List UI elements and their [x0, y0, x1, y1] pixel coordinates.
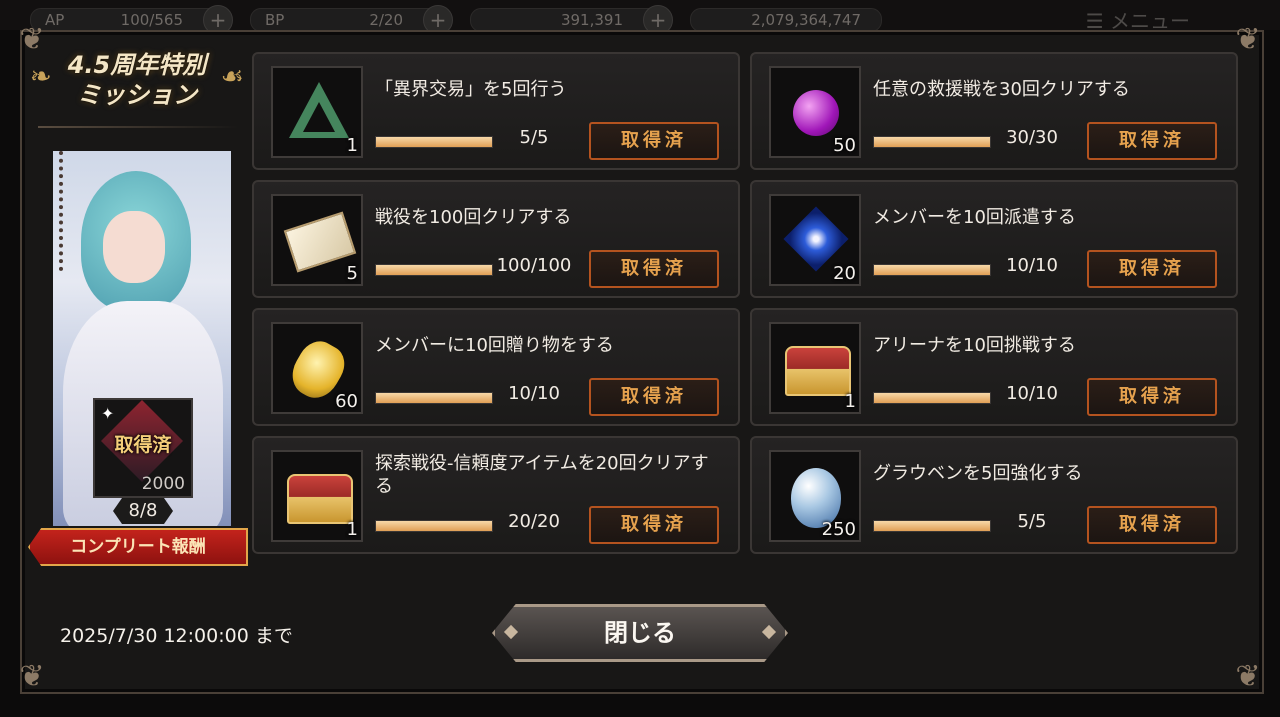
item-quantity: 250: [821, 519, 856, 540]
blue-flower-icon[interactable]: 20: [769, 194, 861, 286]
gem-resource: 391,391 +: [470, 5, 673, 35]
reward-status: 取得済: [114, 434, 172, 456]
progress-bar: [375, 264, 493, 276]
event-title-line2: ミッション: [77, 81, 197, 109]
item-quantity: 1: [844, 391, 856, 412]
item-quantity: 1: [346, 519, 358, 540]
mission-name: 探索戦役-信頼度アイテムを20回クリアする: [375, 453, 709, 497]
sparkle-icon: ✦: [101, 404, 115, 423]
item-quantity: 5: [346, 263, 358, 284]
progress-bar: [375, 392, 493, 404]
corner-ornament-icon: ❦: [19, 659, 45, 694]
bp-resource: BP 2/20 +: [250, 5, 453, 35]
progress-count: 10/10: [1006, 255, 1058, 276]
progress-count: 30/30: [1006, 127, 1058, 148]
claimed-button[interactable]: 取得済: [589, 506, 719, 544]
gold-value: 2,079,364,747: [751, 11, 861, 29]
claimed-button[interactable]: 取得済: [589, 378, 719, 416]
treasure-chest-icon[interactable]: 1: [769, 322, 861, 414]
deadline-text: 2025/7/30 12:00:00 まで: [60, 625, 293, 647]
mission-name: メンバーを10回派遣する: [873, 207, 1076, 228]
mission-card: 50 任意の救援戦を30回クリアする 30/30 取得済: [750, 52, 1238, 170]
close-button-label: 閉じる: [604, 619, 676, 647]
item-quantity: 60: [335, 391, 358, 412]
crystal-icon[interactable]: 250: [769, 450, 861, 542]
mission-name: 戦役を100回クリアする: [375, 207, 572, 228]
gold-resource: 2,079,364,747: [690, 8, 882, 32]
treasure-chest-icon[interactable]: 1: [271, 450, 363, 542]
progress-count: 10/10: [1006, 383, 1058, 404]
ap-resource: AP 100/565 +: [30, 5, 233, 35]
purple-apple-icon[interactable]: 50: [769, 66, 861, 158]
progress-count: 20/20: [508, 511, 560, 532]
event-sidebar: ❧ ☙ 4.5周年特別 ミッション ✦ 取得済 2000 8/8 コンプリート報…: [28, 46, 248, 586]
progress-bar: [873, 520, 991, 532]
ap-value: 100/565: [120, 11, 183, 29]
mission-card: 1 「異界交易」を5回行う 5/5 取得済: [252, 52, 740, 170]
character-face: [103, 211, 165, 283]
mission-card: 60 メンバーに10回贈り物をする 10/10 取得済: [252, 308, 740, 426]
corner-ornament-icon: ❦: [1235, 659, 1261, 694]
progress-bar: [873, 264, 991, 276]
progress-count: 5/5: [519, 127, 549, 148]
bp-value: 2/20: [369, 11, 403, 29]
close-button[interactable]: 閉じる: [492, 604, 788, 662]
gem-value: 391,391: [560, 11, 623, 29]
progress-count: 100/100: [496, 255, 572, 276]
event-title-line1: 4.5周年特別: [67, 51, 207, 79]
bp-label: BP: [265, 11, 285, 29]
claimed-button[interactable]: 取得済: [589, 250, 719, 288]
mission-name: グラウベンを5回強化する: [873, 463, 1083, 484]
mission-name: 「異界交易」を5回行う: [375, 79, 567, 100]
progress-bar: [375, 520, 493, 532]
divider: [38, 126, 238, 128]
item-quantity: 1: [346, 135, 358, 156]
progress-bar: [873, 136, 991, 148]
claimed-button[interactable]: 取得済: [1087, 378, 1217, 416]
claimed-button[interactable]: 取得済: [1087, 250, 1217, 288]
mission-card: 250 グラウベンを5回強化する 5/5 取得済: [750, 436, 1238, 554]
event-title: 4.5周年特別 ミッション: [28, 50, 246, 110]
triangle-sigil-icon[interactable]: 1: [271, 66, 363, 158]
progress-bar: [375, 136, 493, 148]
claimed-button[interactable]: 取得済: [1087, 506, 1217, 544]
mission-name: アリーナを10回挑戦する: [873, 335, 1076, 356]
progress-bar: [873, 392, 991, 404]
mission-card: 1 アリーナを10回挑戦する 10/10 取得済: [750, 308, 1238, 426]
potion-bottle-icon[interactable]: 60: [271, 322, 363, 414]
reward-quantity: 2000: [141, 474, 185, 494]
total-progress: 8/8: [113, 498, 173, 524]
item-quantity: 20: [833, 263, 856, 284]
item-quantity: 50: [833, 135, 856, 156]
complete-reward-banner: コンプリート報酬: [28, 528, 248, 566]
complete-reward-item[interactable]: ✦ 取得済 2000: [93, 398, 193, 498]
ticket-icon[interactable]: 5: [271, 194, 363, 286]
claimed-button[interactable]: 取得済: [589, 122, 719, 160]
mission-name: メンバーに10回贈り物をする: [375, 335, 614, 356]
mission-card: 1 探索戦役-信頼度アイテムを20回クリアする 20/20 取得済: [252, 436, 740, 554]
mission-name: 任意の救援戦を30回クリアする: [873, 79, 1130, 100]
chain-decoration: [59, 151, 77, 271]
claimed-button[interactable]: 取得済: [1087, 122, 1217, 160]
mission-card: 5 戦役を100回クリアする 100/100 取得済: [252, 180, 740, 298]
mission-card: 20 メンバーを10回派遣する 10/10 取得済: [750, 180, 1238, 298]
progress-count: 10/10: [508, 383, 560, 404]
progress-count: 5/5: [1017, 511, 1047, 532]
